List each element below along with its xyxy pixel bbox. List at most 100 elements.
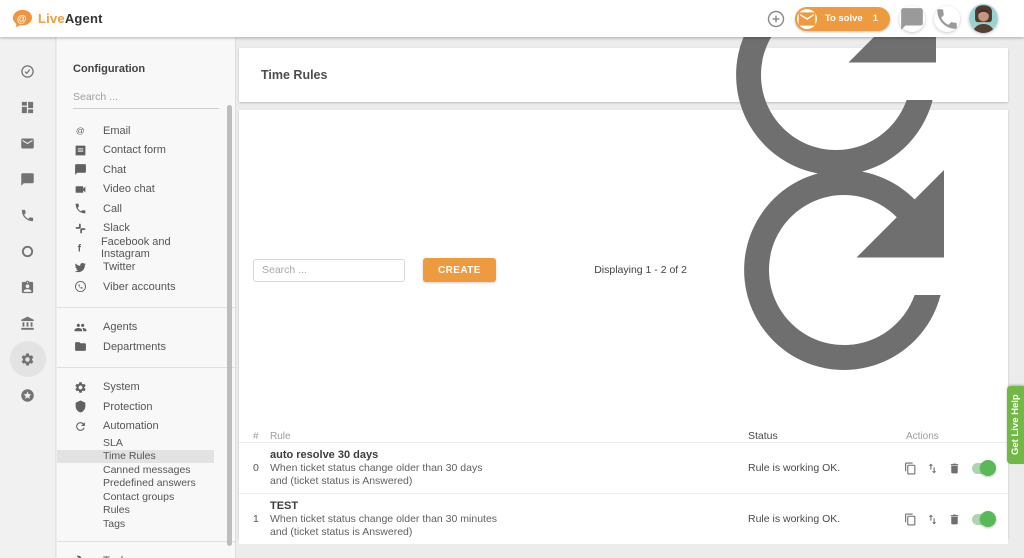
sidebar-item-tools[interactable]: Tools: [57, 552, 214, 558]
sidebar-search-input[interactable]: [73, 88, 219, 109]
brand-text: LiveAgent: [38, 11, 103, 26]
header-status: Status: [748, 430, 894, 442]
sidebar-item-contact-form[interactable]: Contact form: [57, 141, 214, 161]
sidebar-item-label: Twitter: [103, 261, 135, 273]
sidebar-search: [73, 87, 219, 109]
sidebar-item-label: Protection: [103, 401, 153, 413]
sidebar-item-system[interactable]: System: [57, 378, 214, 398]
rule-enabled-toggle[interactable]: [972, 463, 994, 474]
liveagent-logo[interactable]: @ LiveAgent: [0, 9, 103, 28]
header-rule: Rule: [270, 431, 748, 442]
sidebar-divider: [57, 367, 235, 368]
rule-title: auto resolve 30 days: [270, 448, 748, 462]
sidebar-item-label: Facebook and Instagram: [101, 236, 214, 260]
calls-button[interactable]: [934, 6, 960, 32]
sidebar-item-protection[interactable]: Protection: [57, 397, 214, 417]
row-number: 1: [253, 513, 270, 525]
rail-item-tasks[interactable]: [10, 53, 46, 89]
sidebar-item-chat[interactable]: Chat: [57, 160, 214, 180]
to-solve-button[interactable]: To solve 1: [795, 7, 890, 31]
rules-search-input[interactable]: [253, 259, 405, 282]
sidebar-item-label: Contact form: [103, 144, 166, 156]
sidebar-item-time-rules[interactable]: Time Rules: [57, 450, 214, 464]
page-title: Time Rules: [261, 68, 327, 82]
paging-refresh-button[interactable]: [694, 120, 994, 420]
user-avatar[interactable]: [969, 4, 998, 33]
refresh-icon: [74, 420, 103, 433]
rail-item-customers[interactable]: [10, 269, 46, 305]
sidebar-title: Configuration: [57, 37, 235, 75]
rule-enabled-toggle[interactable]: [972, 514, 994, 525]
rail-item-calls[interactable]: [10, 197, 46, 233]
contact-card-icon: [20, 280, 35, 295]
plus-circle-icon: [766, 9, 786, 29]
refresh-icon: [694, 120, 994, 420]
table-row[interactable]: 1 TEST When ticket status change older t…: [239, 494, 1008, 545]
rail-item-tickets[interactable]: [10, 125, 46, 161]
sidebar-item-label: Email: [103, 125, 131, 137]
twitter-icon: [74, 261, 103, 274]
sidebar-item-departments[interactable]: Departments: [57, 337, 214, 357]
sidebar-item-video-chat[interactable]: Video chat: [57, 180, 214, 200]
get-live-help-button[interactable]: Get Live Help: [1007, 386, 1024, 464]
contact-form-icon: [74, 144, 103, 157]
delete-icon[interactable]: [948, 513, 961, 526]
chats-button[interactable]: [899, 6, 925, 32]
rail-item-online-status[interactable]: [10, 233, 46, 269]
rail-item-billing[interactable]: [10, 305, 46, 341]
sidebar-item-viber-accounts[interactable]: Viber accounts: [57, 277, 214, 297]
delete-icon[interactable]: [948, 462, 961, 475]
table-row[interactable]: 0 auto resolve 30 days When ticket statu…: [239, 443, 1008, 494]
rule-title: TEST: [270, 499, 748, 513]
sidebar-item-contact-groups[interactable]: Contact groups: [57, 490, 214, 504]
phone-icon: [20, 208, 35, 223]
bank-icon: [20, 316, 35, 331]
rail-item-configuration[interactable]: [10, 341, 46, 377]
page-header-card: Time Rules: [239, 48, 1008, 102]
to-solve-label: To solve: [825, 13, 863, 24]
rule-cell: TEST When ticket status change older tha…: [270, 499, 748, 539]
import-export-icon[interactable]: [926, 513, 939, 526]
sidebar-item-label: Time Rules: [103, 450, 156, 462]
gear-icon: [20, 352, 35, 367]
sidebar-item-automation[interactable]: Automation: [57, 417, 214, 437]
rail-item-addons[interactable]: [10, 377, 46, 413]
sidebar-item-label: Video chat: [103, 183, 155, 195]
copy-icon[interactable]: [904, 462, 917, 475]
rule-status: Rule is working OK.: [748, 462, 894, 474]
sidebar-item-sla[interactable]: SLA: [57, 436, 214, 450]
sidebar-item-canned-messages[interactable]: Canned messages: [57, 463, 214, 477]
sidebar-scrollbar[interactable]: [227, 105, 232, 546]
svg-text:@: @: [17, 14, 27, 25]
rail-item-dashboard[interactable]: [10, 89, 46, 125]
sidebar-item-facebook-and-instagram[interactable]: fFacebook and Instagram: [57, 238, 214, 258]
sidebar-item-label: Predefined answers: [103, 477, 196, 489]
create-button[interactable]: CREATE: [423, 258, 496, 282]
import-export-icon[interactable]: [926, 462, 939, 475]
copy-icon[interactable]: [904, 513, 917, 526]
rule-actions: [894, 462, 994, 475]
sidebar-item-agents[interactable]: Agents: [57, 318, 214, 338]
add-button[interactable]: [766, 9, 786, 29]
sidebar-item-label: Rules: [103, 504, 130, 516]
rail-item-chats[interactable]: [10, 161, 46, 197]
sidebar-item-predefined-answers[interactable]: Predefined answers: [57, 477, 214, 491]
liveagent-bubble-icon: @: [12, 9, 33, 28]
sidebar-item-email[interactable]: @Email: [57, 121, 214, 141]
sidebar-item-tags[interactable]: Tags: [57, 517, 214, 531]
envelope-icon: [797, 9, 817, 29]
sidebar-item-label: System: [103, 381, 140, 393]
sidebar-item-call[interactable]: Call: [57, 199, 214, 219]
chat-icon: [20, 172, 35, 187]
sidebar-item-label: Agents: [103, 321, 137, 333]
sidebar-item-label: SLA: [103, 437, 123, 449]
sidebar-item-rules[interactable]: Rules: [57, 504, 214, 518]
sidebar-item-twitter[interactable]: Twitter: [57, 258, 214, 278]
mail-icon: [20, 136, 35, 151]
sidebar-item-label: Slack: [103, 222, 130, 234]
rule-description: When ticket status change older than 30 …: [270, 462, 748, 488]
row-number: 0: [253, 462, 270, 474]
slack-icon: [74, 222, 103, 235]
folder-icon: [74, 340, 103, 353]
rules-search: [253, 259, 405, 282]
